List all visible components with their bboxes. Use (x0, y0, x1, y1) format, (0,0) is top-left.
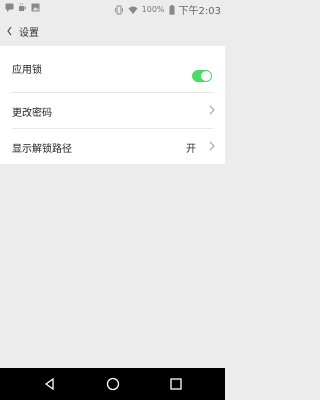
navigation-bar (0, 368, 225, 400)
home-circle-icon[interactable] (106, 377, 120, 391)
status-bar: 100% 下午2:03 (0, 0, 225, 17)
change-password-label: 更改密码 (12, 108, 52, 119)
image-icon (31, 3, 40, 12)
status-time: 下午2:03 (178, 6, 221, 17)
chevron-left-icon[interactable] (5, 24, 15, 38)
toolbar: 设置 (0, 16, 225, 46)
status-left-icons (5, 3, 40, 12)
chevron-right-icon (209, 105, 215, 115)
app-lock-row: 应用锁 (0, 46, 225, 92)
message-icon (5, 3, 14, 12)
battery-icon (169, 4, 175, 15)
chevron-right-icon (209, 141, 215, 151)
show-unlock-path-label: 显示解锁路径 (12, 144, 72, 155)
wifi-icon (128, 6, 138, 14)
toggle-knob (201, 71, 211, 81)
change-password-row[interactable]: 更改密码 (0, 93, 225, 128)
show-unlock-path-value: 开 (186, 144, 196, 155)
back-triangle-icon[interactable] (43, 377, 57, 391)
show-unlock-path-row[interactable]: 显示解锁路径 开 (0, 129, 225, 164)
vibrate-icon (114, 5, 123, 14)
page-title: 设置 (19, 28, 39, 39)
app-lock-label: 应用锁 (12, 65, 42, 76)
app-lock-toggle[interactable] (192, 70, 212, 82)
status-right-icons: 100% 下午2:03 (114, 2, 221, 17)
recents-square-icon[interactable] (169, 377, 183, 391)
battery-percent: 100% (141, 5, 165, 14)
settings-list: 应用锁 更改密码 显示解锁路径 开 (0, 46, 225, 164)
cup-icon (19, 3, 26, 11)
